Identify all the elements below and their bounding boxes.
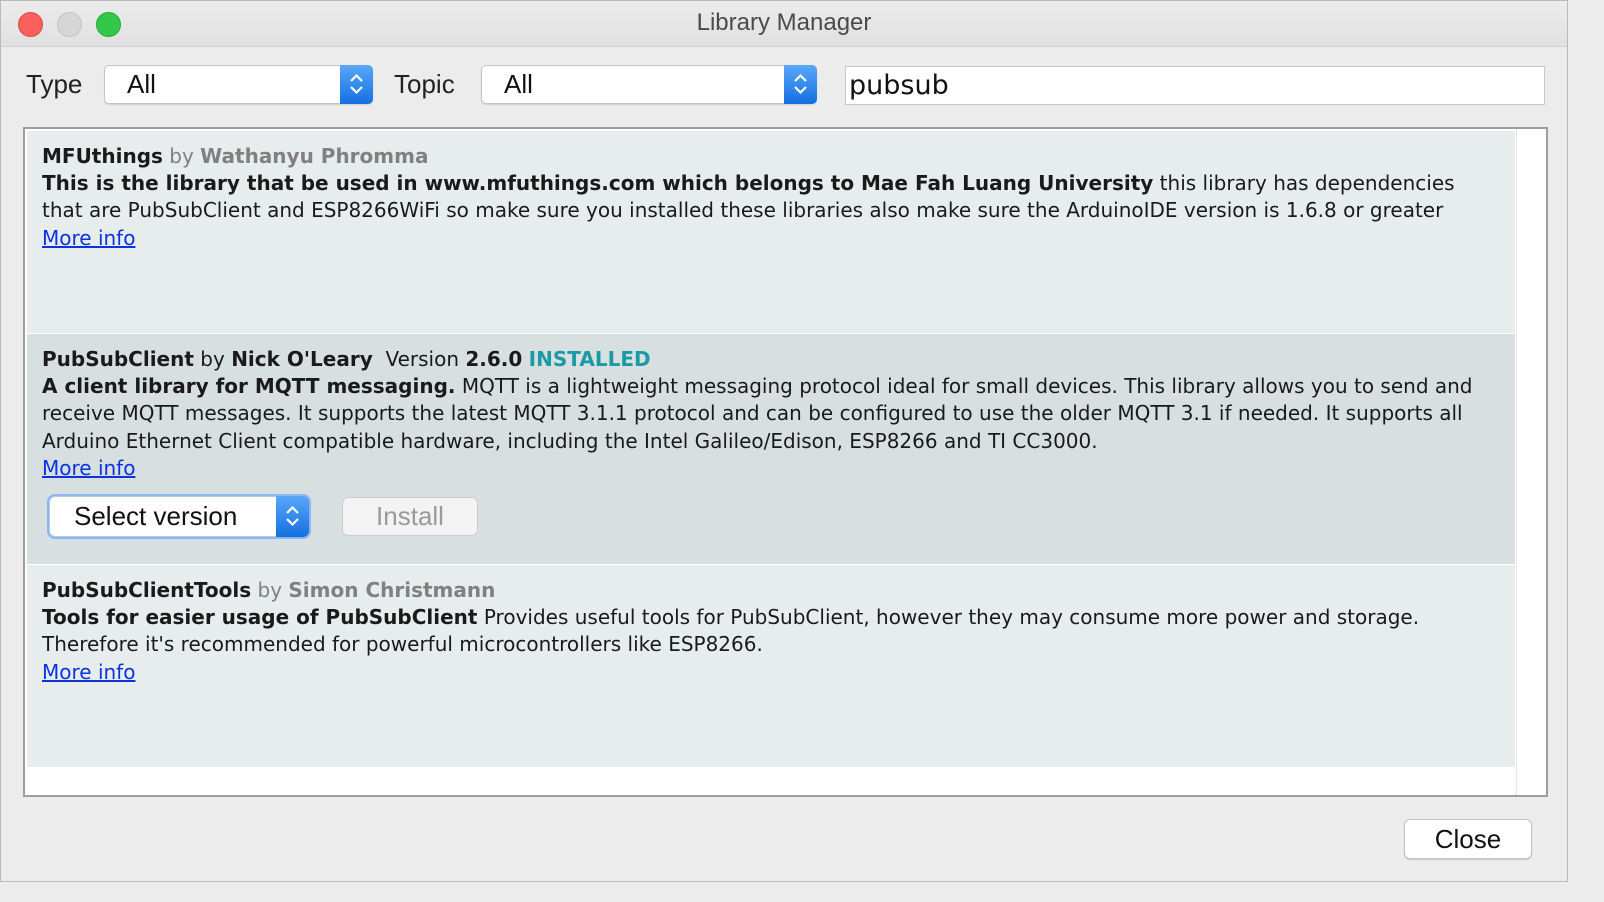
version-select-value: Select version: [74, 500, 238, 531]
library-header: PubSubClientTools by Simon Christmann: [42, 577, 1515, 604]
library-entry-pubsubclient[interactable]: PubSubClient by Nick O'Leary Version 2.6…: [27, 334, 1515, 564]
list-scrollbar[interactable]: [1516, 129, 1546, 795]
library-entry-mfuthings[interactable]: MFUthings by Wathanyu Phromma This is th…: [27, 131, 1515, 333]
more-info-link[interactable]: More info: [42, 455, 135, 482]
library-header: MFUthings by Wathanyu Phromma: [42, 143, 1515, 170]
version-label: Version: [385, 347, 459, 371]
more-info-link[interactable]: More info: [42, 659, 135, 686]
up-down-chevron-icon: [784, 65, 817, 104]
library-name: PubSubClientTools: [42, 578, 252, 602]
type-label: Type: [26, 69, 83, 99]
by-label: by: [169, 144, 194, 168]
library-header: PubSubClient by Nick O'Leary Version 2.6…: [42, 346, 1515, 373]
library-author: Wathanyu Phromma: [200, 144, 429, 168]
library-description: This is the library that be used in www.…: [42, 170, 1487, 225]
library-entry-pubsubclienttools[interactable]: PubSubClientTools by Simon Christmann To…: [27, 565, 1515, 767]
title-bar: Library Manager: [1, 1, 1567, 47]
search-field[interactable]: [845, 66, 1545, 105]
library-manager-window: Library Manager Type All Topic All MFUth…: [0, 0, 1568, 882]
filter-bar: Type All Topic All: [1, 57, 1567, 117]
version-select[interactable]: Select version: [49, 495, 309, 537]
by-label: by: [200, 347, 225, 371]
library-author: Simon Christmann: [288, 578, 496, 602]
library-author: Nick O'Leary: [231, 347, 373, 371]
close-button[interactable]: Close: [1404, 819, 1532, 859]
up-down-chevron-icon: [276, 495, 309, 537]
library-description: A client library for MQTT messaging. MQT…: [42, 373, 1487, 455]
installed-badge: INSTALLED: [528, 347, 651, 371]
library-name: PubSubClient: [42, 347, 194, 371]
type-select[interactable]: All: [104, 65, 373, 104]
topic-select-value: All: [504, 69, 533, 99]
window-title: Library Manager: [696, 9, 872, 36]
library-name: MFUthings: [42, 144, 163, 168]
install-button[interactable]: Install: [342, 496, 478, 536]
library-summary: This is the library that be used in www.…: [42, 171, 1154, 195]
topic-label: Topic: [394, 69, 455, 99]
library-actions: Select version Install: [42, 488, 1515, 548]
library-summary: A client library for MQTT messaging.: [42, 374, 456, 398]
library-list[interactable]: MFUthings by Wathanyu Phromma This is th…: [23, 127, 1548, 797]
library-description: Tools for easier usage of PubSubClient P…: [42, 604, 1487, 659]
up-down-chevron-icon: [340, 65, 373, 104]
more-info-link[interactable]: More info: [42, 225, 135, 252]
by-label: by: [257, 578, 283, 602]
library-summary: Tools for easier usage of PubSubClient: [42, 605, 478, 629]
topic-select[interactable]: All: [481, 65, 817, 104]
search-input[interactable]: [846, 67, 1544, 104]
installed-version: 2.6.0: [465, 347, 523, 371]
type-select-value: All: [127, 69, 156, 99]
